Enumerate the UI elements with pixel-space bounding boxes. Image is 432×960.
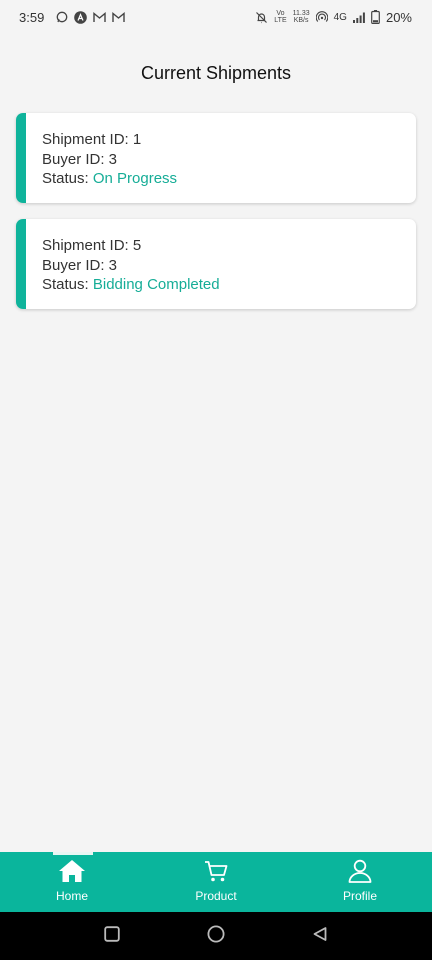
- buyer-id: Buyer ID: 3: [42, 150, 118, 168]
- page-title: Current Shipments: [140, 63, 292, 83]
- buyer-id: Buyer ID: 3: [42, 256, 118, 274]
- shipment-card-body: Shipment ID: 1 Buyer ID: 3 Status: On Pr…: [42, 130, 177, 189]
- status-value: On Progress: [92, 170, 178, 187]
- status-value: Bidding Completed: [92, 276, 220, 293]
- hotspot-icon: [315, 11, 328, 23]
- speed-value: 11.33: [292, 10, 310, 17]
- whatsapp-icon: [56, 11, 68, 23]
- notifications-muted-icon: [255, 11, 268, 24]
- status-bar-left: 3:59: [19, 9, 126, 25]
- shipment-card-body: Shipment ID: 5 Buyer ID: 3 Status: Biddi…: [42, 236, 220, 295]
- home-icon: [58, 859, 86, 886]
- status-bar: 3:59 Vo LTE 11.33 KB/s 4G 20%: [0, 0, 432, 34]
- volte-top-text: Vo: [276, 10, 285, 17]
- recents-button[interactable]: [103, 925, 120, 947]
- nav-item-product[interactable]: Product: [144, 852, 288, 912]
- cart-icon: [203, 859, 229, 886]
- gmail-icon: [93, 11, 107, 23]
- nav-item-profile[interactable]: Profile: [288, 852, 432, 912]
- clock: 3:59: [19, 9, 45, 25]
- shipment-status: Status: Bidding Completed: [42, 275, 220, 295]
- app-icon: [74, 10, 88, 24]
- volte-indicator: Vo LTE: [274, 10, 286, 24]
- shipment-id: Shipment ID: 1: [42, 131, 142, 148]
- nav-label-home: Home: [55, 889, 88, 903]
- status-prefix: Status:: [42, 170, 93, 187]
- nav-item-home[interactable]: Home: [0, 852, 144, 912]
- speed-unit: KB/s: [293, 17, 309, 24]
- status-bar-right: Vo LTE 11.33 KB/s 4G 20%: [255, 10, 412, 25]
- bottom-navigation: Home Product Profile: [0, 852, 432, 912]
- shipment-card[interactable]: Shipment ID: 5 Buyer ID: 3 Status: Biddi…: [16, 219, 416, 309]
- volte-bottom-text: LTE: [274, 17, 287, 24]
- battery-icon: [371, 10, 380, 24]
- gmail-icon-2: [112, 11, 126, 23]
- shipment-status: Status: On Progress: [42, 169, 177, 189]
- active-tab-indicator: [53, 852, 93, 855]
- home-button[interactable]: [207, 925, 225, 948]
- signal-icon: [352, 12, 365, 23]
- shipment-card[interactable]: Shipment ID: 1 Buyer ID: 3 Status: On Pr…: [16, 113, 416, 203]
- network-type: 4G: [333, 11, 347, 23]
- battery-percent: 20%: [385, 9, 412, 25]
- nav-label-product: Product: [195, 889, 237, 903]
- system-navigation-bar: [0, 912, 432, 960]
- nav-label-profile: Profile: [342, 889, 377, 903]
- profile-icon: [347, 859, 373, 886]
- back-button[interactable]: [312, 926, 328, 947]
- status-prefix: Status:: [42, 276, 93, 293]
- network-speed: 11.33 KB/s: [293, 10, 310, 24]
- shipment-id: Shipment ID: 5: [42, 237, 142, 254]
